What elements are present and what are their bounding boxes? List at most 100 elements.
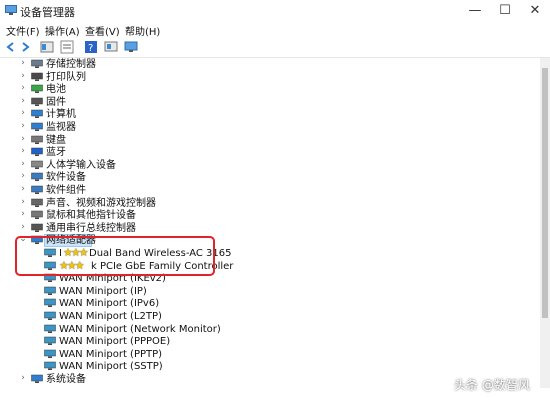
device-manager-icon [5,5,17,15]
svg-text:?: ? [88,43,93,54]
device-label: WAN Miniport (L2TP) [59,311,162,322]
sound-icon [31,198,43,207]
device-item[interactable]: WAN Miniport (PPPOE) [0,335,538,348]
expand-chevron-icon[interactable]: › [18,95,28,108]
software-device-icon [31,173,43,182]
expand-chevron-icon[interactable]: › [18,70,28,83]
battery-icon [31,84,43,94]
printer-icon [31,72,43,81]
close-button[interactable]: ✕ [520,2,550,20]
firmware-icon [31,97,43,106]
network-card-icon [44,299,56,308]
device-label: 人体学输入设备 [46,159,116,171]
device-item[interactable]: WAN Miniport (Network Monitor) [0,323,538,336]
network-card-icon [44,286,56,295]
vertical-scrollbar[interactable] [540,58,550,388]
help-icon[interactable]: ? [84,40,98,54]
list-view-icon[interactable] [60,40,74,54]
device-label: 键盘 [46,134,66,146]
storage-controller-icon [31,59,43,68]
device-item[interactable]: WAN Miniport (L2TP) [0,310,538,323]
device-label: 鼠标和其他指针设备 [46,210,136,222]
expand-chevron-icon[interactable]: › [18,372,28,385]
device-category[interactable]: › 固件 [0,96,538,109]
properties-icon[interactable] [40,40,54,54]
hid-icon [31,160,43,169]
network-card-icon [44,349,56,358]
device-label: 系统设备 [46,374,86,385]
device-tree: › 存储控制器 › 打印队列 › 电池 › 固件 › 计算机 › 监视器 › 键盘 › 蓝牙 › 人体学输入设备 ›… [0,58,538,388]
mouse-icon [31,210,43,220]
device-label: 软件组件 [46,185,86,196]
device-label: 监视器 [46,122,76,133]
expand-chevron-icon[interactable]: › [18,133,28,146]
watermark: 头条 @数智风 [454,378,530,392]
device-item[interactable]: WAN Miniport (SSTP) [0,360,538,373]
device-category[interactable]: › 存储控制器 [0,58,538,71]
usb-icon [31,223,43,232]
device-category[interactable]: › 计算机 [0,108,538,121]
forward-arrow-icon[interactable] [18,40,32,54]
software-component-icon [31,185,43,194]
expand-chevron-icon[interactable]: › [18,183,28,196]
device-category[interactable]: › 通用串行总线控制器 [0,222,538,235]
device-category[interactable]: › 蓝牙 [0,146,538,159]
toolbar: ? [0,37,550,58]
expand-chevron-icon[interactable]: › [18,221,28,234]
device-label: WAN Miniport (SSTP) [59,361,163,373]
menu-view[interactable]: 查看(V) [85,23,120,38]
device-view-icon[interactable] [104,40,118,54]
device-label: WAN Miniport (IPv6) [59,298,160,310]
device-category[interactable]: › 监视器 [0,121,538,134]
bluetooth-icon [31,147,43,157]
expand-chevron-icon[interactable]: › [18,196,28,209]
device-category[interactable]: › 声音、视频和游戏控制器 [0,197,538,210]
device-label: 电池 [46,84,66,96]
monitor-icon [31,122,43,131]
system-device-icon [31,374,43,383]
device-label: WAN Miniport (PPTP) [59,348,163,360]
maximize-button[interactable]: ☐ [490,2,520,20]
device-label: WAN Miniport (Network Monitor) [59,323,221,335]
device-label: 计算机 [46,109,76,121]
expand-chevron-icon[interactable]: › [18,145,28,158]
minimize-button[interactable]: — [460,2,490,20]
device-category[interactable]: › 鼠标和其他指针设备 [0,209,538,222]
expand-chevron-icon[interactable]: › [18,82,28,95]
device-category[interactable]: › 电池 [0,83,538,96]
expand-chevron-icon[interactable]: › [18,208,28,221]
device-category[interactable]: › 软件组件 [0,184,538,197]
expand-chevron-icon[interactable]: › [18,170,28,183]
device-label: 蓝牙 [46,147,66,159]
network-card-icon [44,336,56,346]
device-category[interactable]: › 打印队列 [0,71,538,84]
device-category[interactable]: › 软件设备 [0,171,538,184]
menu-bar: 文件(F) 操作(A) 查看(V) 帮助(H) [0,22,550,38]
monitor-scan-icon[interactable] [124,40,138,54]
keyboard-icon [31,135,43,144]
expand-chevron-icon[interactable]: › [18,58,28,70]
device-label: 存储控制器 [46,59,96,70]
device-item[interactable]: WAN Miniport (PPTP) [0,348,538,361]
title-bar: 设备管理器 — ☐ ✕ [0,0,550,22]
device-label: WAN Miniport (PPPOE) [59,336,171,348]
menu-help[interactable]: 帮助(H) [125,23,160,38]
device-item[interactable]: WAN Miniport (IP) [0,285,538,298]
device-category[interactable]: › 人体学输入设备 [0,159,538,172]
network-card-icon [44,311,56,320]
device-category[interactable]: › 键盘 [0,134,538,147]
device-label: 固件 [46,96,66,108]
expand-chevron-icon[interactable]: › [18,158,28,171]
menu-action[interactable]: 操作(A) [45,23,80,38]
expand-chevron-icon[interactable]: › [18,107,28,120]
scrollbar-thumb[interactable] [542,68,548,318]
window-title: 设备管理器 [20,6,75,19]
device-label: 声音、视频和游戏控制器 [46,197,156,209]
device-item[interactable]: WAN Miniport (IPv6) [0,297,538,310]
computer-icon [31,110,43,119]
network-card-icon [44,324,56,333]
back-arrow-icon[interactable] [4,40,18,54]
device-label: 打印队列 [46,71,86,83]
menu-file[interactable]: 文件(F) [6,23,40,38]
expand-chevron-icon[interactable]: › [18,120,28,133]
